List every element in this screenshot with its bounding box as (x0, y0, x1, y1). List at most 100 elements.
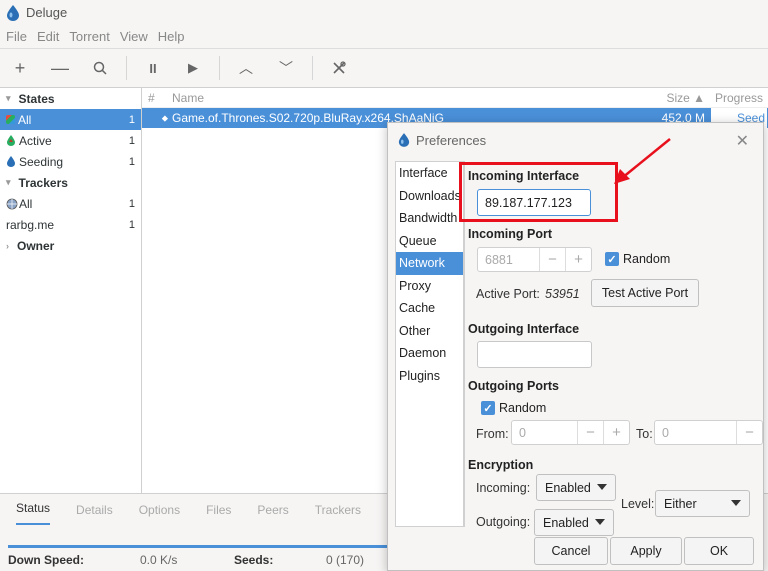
highlight-box (459, 162, 618, 222)
nav-plugins[interactable]: Plugins (396, 365, 463, 388)
nav-downloads[interactable]: Downloads (396, 185, 463, 208)
deluge-logo-icon (398, 133, 410, 147)
annotation-arrow-icon (614, 138, 671, 184)
incoming-random-checkbox[interactable]: ✓ Random (605, 252, 670, 266)
column-header-progress[interactable]: Progress (711, 91, 767, 105)
menu-file[interactable]: File (6, 29, 27, 44)
dropdown-arrow-icon (731, 500, 741, 506)
incoming-port-value: 6881 (485, 252, 513, 267)
sidebar-item-seeding[interactable]: Seeding 1 (0, 151, 141, 172)
incoming-encryption-label: Incoming: (476, 481, 531, 495)
status-panel: Down Speed: 0.0 K/s Seeds: 0 (170) (0, 553, 400, 571)
minus-icon[interactable]: − (736, 421, 762, 444)
seeding-icon (7, 156, 15, 167)
menu-view[interactable]: View (120, 29, 148, 44)
nav-proxy[interactable]: Proxy (396, 275, 463, 298)
outgoing-interface-input[interactable] (477, 341, 592, 368)
title-bar: Deluge (0, 0, 768, 25)
sidebar-item-active[interactable]: Active 1 (0, 130, 141, 151)
sidebar-header-trackers[interactable]: ▾ Trackers (0, 172, 141, 193)
seeds-label: Seeds: (234, 553, 274, 567)
menu-bar: File Edit Torrent View Help (0, 25, 768, 47)
pause-button[interactable]: II (133, 50, 173, 86)
play-icon: ▶ (188, 60, 198, 75)
chevron-down-icon: ﹀ (279, 60, 293, 76)
filter-sidebar: ▾ States All 1 Active 1 Seeding 1 ▾ Trackers … (0, 88, 142, 493)
active-port-value: 53951 (545, 287, 580, 301)
checkmark-icon: ✓ (481, 401, 495, 415)
seeds-value: 0 (170) (326, 553, 365, 567)
globe-icon (6, 198, 18, 209)
search-icon (93, 61, 107, 75)
active-icon (7, 135, 15, 146)
nav-cache[interactable]: Cache (396, 297, 463, 320)
seeding-icon: ⬥ (161, 112, 168, 123)
tab-trackers[interactable]: Trackers (315, 503, 361, 525)
plus-icon: + (14, 57, 26, 78)
sidebar-item-all-trackers[interactable]: All 1 (0, 193, 141, 214)
menu-help[interactable]: Help (158, 29, 185, 44)
tools-icon (333, 61, 346, 74)
sidebar-header-states[interactable]: ▾ States (0, 88, 141, 109)
menu-edit[interactable]: Edit (37, 29, 59, 44)
minus-icon[interactable]: − (577, 421, 603, 444)
toolbar-separator (126, 56, 127, 80)
outgoing-random-checkbox[interactable]: ✓ Random (481, 401, 546, 415)
nav-other[interactable]: Other (396, 320, 463, 343)
incoming-port-stepper[interactable]: 6881 − + (477, 247, 592, 272)
dialog-title-bar: Preferences (388, 123, 763, 157)
chevron-down-icon: ▾ (6, 93, 11, 103)
encryption-label: Encryption (468, 458, 534, 472)
minus-icon: — (51, 57, 69, 78)
plus-icon[interactable]: + (565, 248, 591, 271)
resume-button[interactable]: ▶ (173, 50, 213, 86)
to-label: To: (636, 427, 653, 441)
sidebar-header-owner[interactable]: › Owner (0, 235, 141, 256)
nav-queue[interactable]: Queue (396, 230, 463, 253)
sidebar-item-all-states[interactable]: All 1 (0, 109, 141, 130)
tab-options[interactable]: Options (139, 503, 180, 525)
chevron-up-icon: ︿ (239, 60, 253, 76)
ok-button[interactable]: OK (684, 537, 754, 565)
column-header-name[interactable]: Name (166, 91, 651, 105)
incoming-encryption-select[interactable]: Enabled (536, 474, 616, 501)
menu-torrent[interactable]: Torrent (69, 29, 109, 44)
from-label: From: (476, 427, 509, 441)
to-port-stepper[interactable]: 0 − (654, 420, 763, 445)
from-port-stepper[interactable]: 0 − + (511, 420, 630, 445)
nav-bandwidth[interactable]: Bandwidth (396, 207, 463, 230)
plus-icon[interactable]: + (603, 421, 629, 444)
nav-daemon[interactable]: Daemon (396, 342, 463, 365)
dialog-title: Preferences (416, 132, 487, 148)
toolbar-separator (219, 56, 220, 80)
outgoing-encryption-label: Outgoing: (476, 515, 531, 529)
queue-up-button[interactable]: ︿ (226, 50, 266, 86)
test-active-port-button[interactable]: Test Active Port (591, 279, 699, 307)
sidebar-item-rarbg[interactable]: rarbg.me 1 (0, 214, 141, 235)
search-button[interactable] (80, 50, 120, 86)
encryption-level-select[interactable]: Either (655, 490, 750, 517)
tab-files[interactable]: Files (206, 503, 231, 525)
to-port-value: 0 (662, 425, 669, 440)
nav-network[interactable]: Network (396, 252, 463, 275)
cancel-button[interactable]: Cancel (534, 537, 608, 565)
tab-details[interactable]: Details (76, 503, 113, 525)
queue-down-button[interactable]: ﹀ (266, 50, 306, 86)
tab-status[interactable]: Status (16, 501, 51, 525)
nav-interface[interactable]: Interface (396, 162, 463, 185)
down-speed-label: Down Speed: (8, 553, 85, 567)
tab-peers[interactable]: Peers (257, 503, 288, 525)
outgoing-ports-label: Outgoing Ports (468, 379, 559, 393)
preferences-button[interactable] (319, 50, 359, 86)
close-icon[interactable]: ✕ (736, 131, 749, 151)
dropdown-arrow-icon (597, 484, 607, 490)
outgoing-encryption-select[interactable]: Enabled (534, 509, 614, 536)
down-speed-value: 0.0 K/s (140, 553, 178, 567)
apply-button[interactable]: Apply (610, 537, 682, 565)
active-port-label: Active Port: (476, 287, 540, 301)
remove-torrent-button[interactable]: — (40, 50, 80, 86)
column-header-size[interactable]: Size ▲ (651, 91, 711, 105)
minus-icon[interactable]: − (539, 248, 565, 271)
add-torrent-button[interactable]: + (0, 50, 40, 86)
column-header-queue[interactable]: # (142, 91, 166, 105)
